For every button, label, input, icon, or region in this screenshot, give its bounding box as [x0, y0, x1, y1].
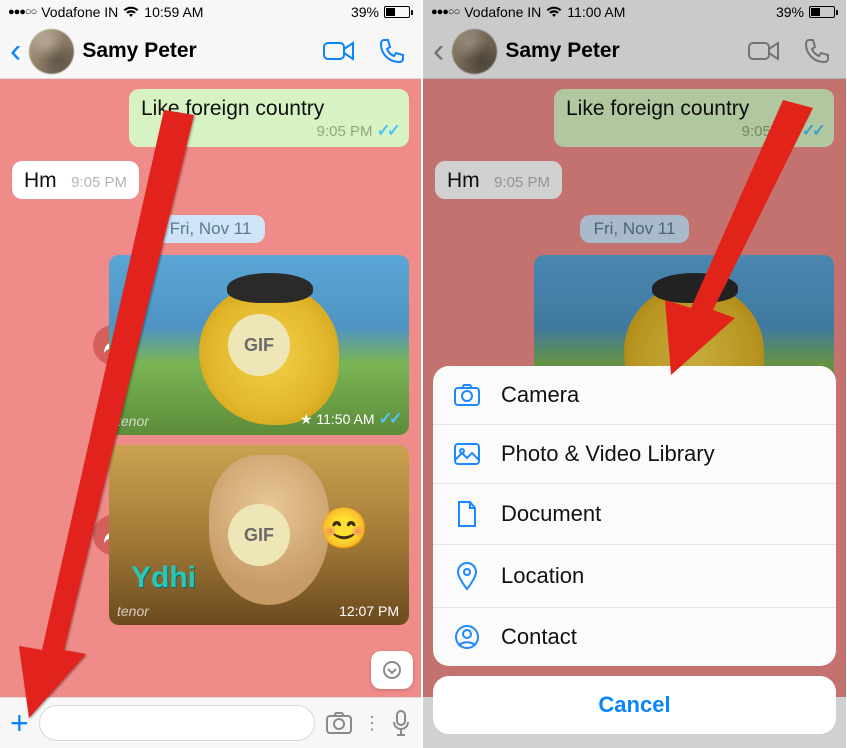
video-call-icon[interactable] [323, 40, 355, 62]
phone-left: ●●●○○ Vodafone IN 10:59 AM 39% ‹ Samy Pe… [0, 0, 423, 748]
gif-overlay-text: Ydhi [131, 561, 196, 595]
back-chevron-icon[interactable]: ‹ [10, 34, 21, 68]
chat-area: Like foreign country 9:05 PM✓✓ Hm 9:05 P… [0, 79, 421, 697]
sheet-label: Location [501, 563, 584, 589]
avatar[interactable] [29, 29, 74, 74]
scroll-to-bottom-button[interactable] [371, 651, 413, 689]
gif-badge: GIF [228, 314, 290, 376]
sheet-option-contact[interactable]: Contact [433, 608, 836, 666]
sheet-option-photo-library[interactable]: Photo & Video Library [433, 425, 836, 484]
attach-plus-icon[interactable]: + [10, 705, 29, 742]
camera-icon [453, 383, 481, 407]
media-source: tenor [117, 413, 149, 429]
more-dots-icon[interactable]: ⋮ [363, 720, 381, 726]
gif-message[interactable]: GIF 😊 Ydhi tenor 12:07 PM [109, 445, 409, 625]
message-time: 9:05 PM [317, 123, 373, 140]
message-time: 9:05 PM [71, 174, 127, 191]
carrier-label: Vodafone IN [41, 4, 118, 20]
battery-icon [384, 6, 413, 18]
gif-message[interactable]: GIF tenor ★11:50 AM ✓✓ [109, 255, 409, 435]
sheet-label: Document [501, 501, 601, 527]
message-incoming[interactable]: Hm 9:05 PM [12, 161, 139, 199]
sheet-option-document[interactable]: Document [433, 484, 836, 545]
sheet-option-camera[interactable]: Camera [433, 366, 836, 425]
contact-person-icon [453, 624, 481, 650]
message-text: Hm [24, 169, 57, 192]
message-input[interactable] [39, 705, 315, 741]
gif-badge: GIF [228, 504, 290, 566]
contact-name[interactable]: Samy Peter [82, 39, 315, 63]
media-source: tenor [117, 603, 149, 619]
sheet-option-location[interactable]: Location [433, 545, 836, 608]
smile-emoji-icon: 😊 [319, 505, 369, 552]
sheet-cancel-button[interactable]: Cancel [433, 676, 836, 734]
input-bar: + ⋮ [0, 697, 421, 748]
sheet-label: Camera [501, 382, 579, 408]
date-separator: Fri, Nov 11 [156, 215, 266, 243]
sheet-label: Contact [501, 624, 577, 650]
status-time: 10:59 AM [144, 4, 203, 20]
location-pin-icon [453, 561, 481, 591]
voice-call-icon[interactable] [379, 38, 405, 64]
signal-dots-icon: ●●●○○ [8, 6, 36, 18]
star-icon: ★ [300, 411, 313, 428]
microphone-icon[interactable] [391, 709, 411, 737]
battery-percent: 39% [351, 4, 379, 20]
sheet-label: Photo & Video Library [501, 441, 715, 467]
photo-library-icon [453, 442, 481, 466]
cancel-label: Cancel [598, 692, 670, 717]
read-ticks-icon: ✓✓ [379, 409, 400, 429]
message-text: Like foreign country [141, 97, 397, 121]
message-time: 12:07 PM [339, 603, 399, 619]
status-bar: ●●●○○ Vodafone IN 10:59 AM 39% [0, 0, 421, 24]
camera-icon[interactable] [325, 711, 353, 735]
message-outgoing[interactable]: Like foreign country 9:05 PM✓✓ [129, 89, 409, 147]
document-icon [453, 500, 481, 528]
message-time: 11:50 AM [316, 411, 374, 427]
phone-right: ●●●○○ Vodafone IN 11:00 AM 39% ‹ Samy Pe… [423, 0, 846, 748]
chat-header: ‹ Samy Peter [0, 24, 421, 79]
read-ticks-icon: ✓✓ [377, 121, 398, 141]
wifi-icon [123, 6, 139, 18]
attachment-action-sheet: Camera Photo & Video Library Document Lo… [433, 366, 836, 734]
